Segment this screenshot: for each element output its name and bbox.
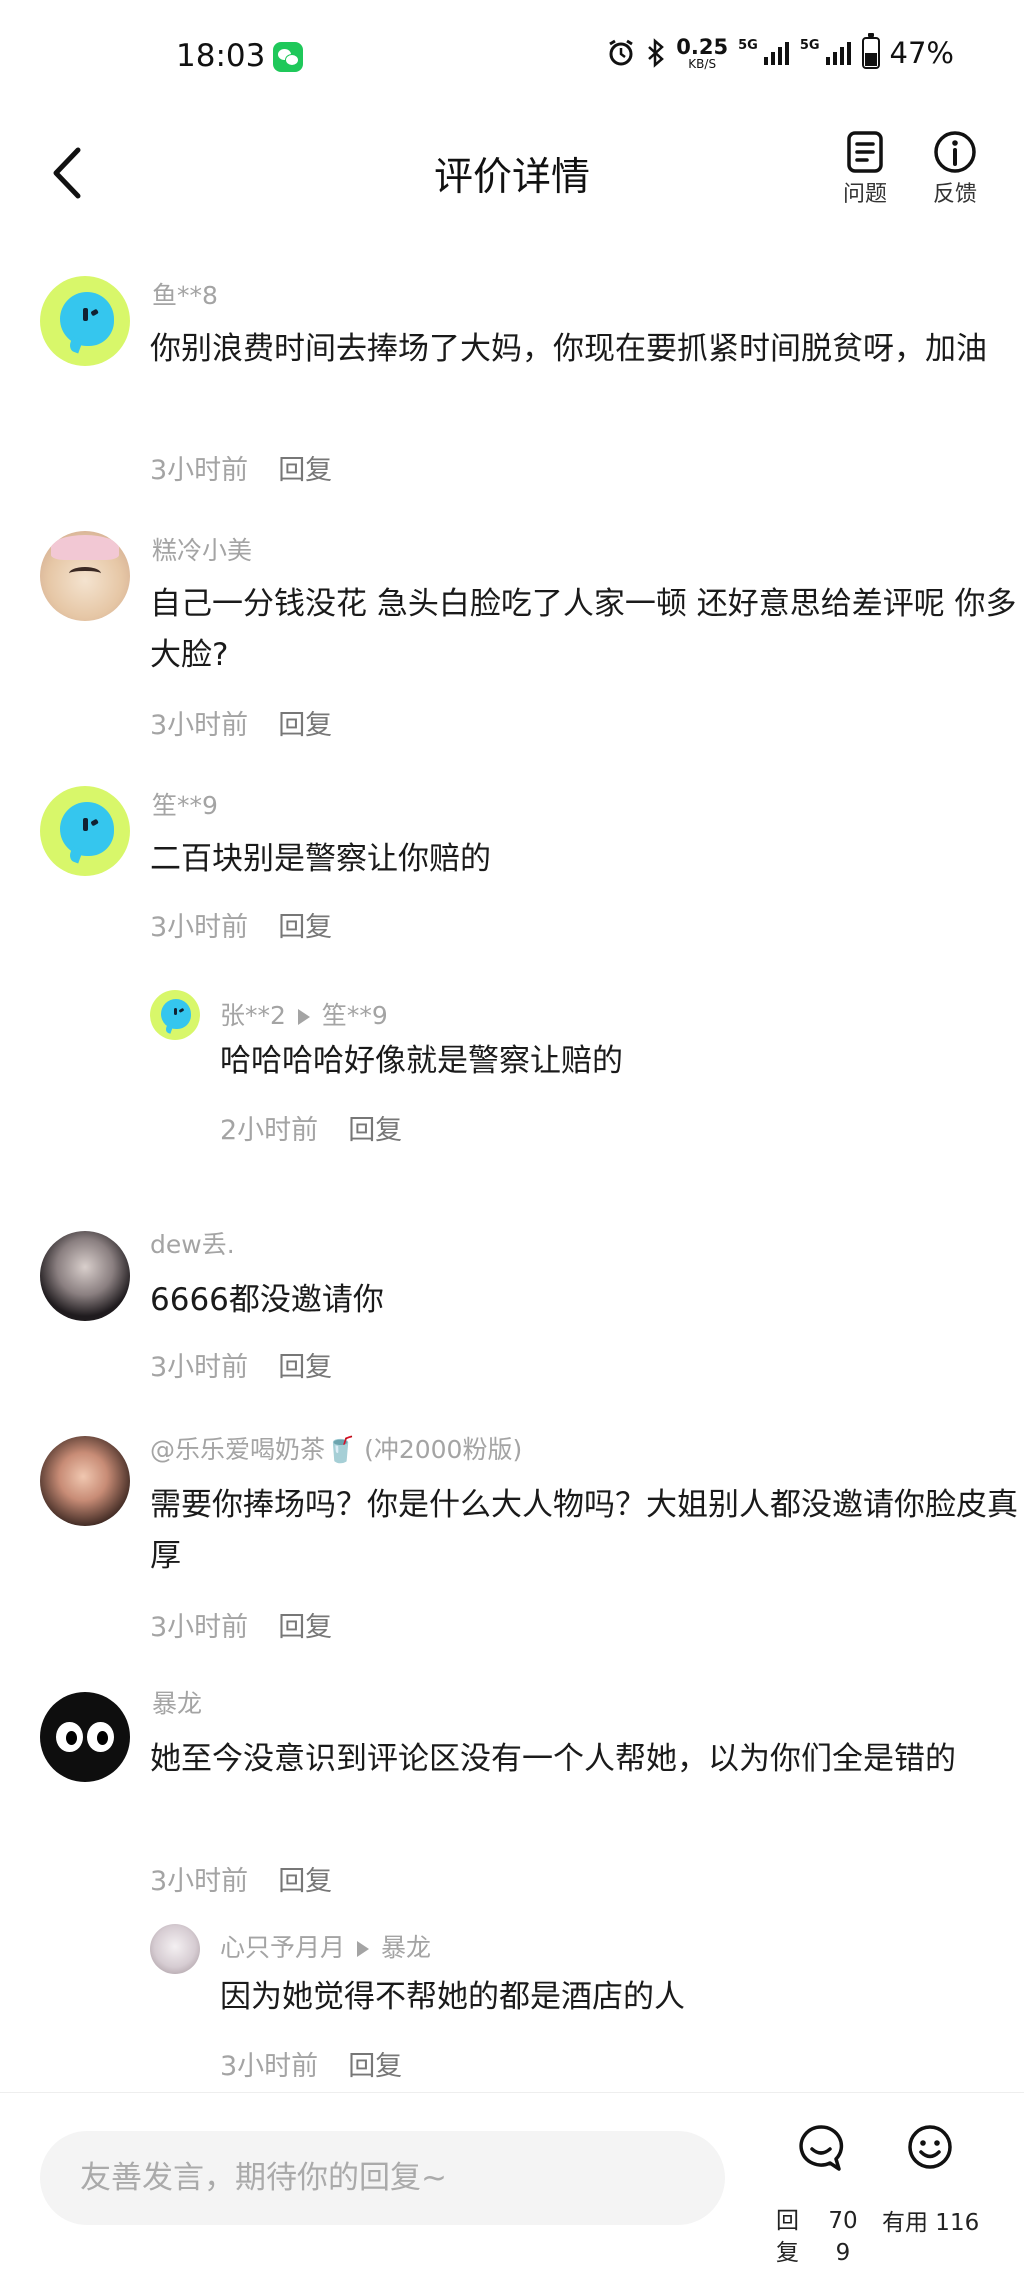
comment-username[interactable]: 暴龙 <box>152 1684 202 1720</box>
comment-username[interactable]: 心只予月月 <box>220 1933 345 1962</box>
comment-time: 3小时前 <box>220 2051 319 2082</box>
comment-item: dew丢. 6666都没邀请你 3小时前 回复 <box>0 1195 1024 1400</box>
reply-link[interactable]: 回复 <box>278 1605 332 1644</box>
reply-count: 709 <box>828 2208 858 2266</box>
reply-link[interactable]: 回复 <box>278 448 332 487</box>
reply-link[interactable]: 回复 <box>278 1859 332 1898</box>
battery-percent: 47% <box>889 36 954 70</box>
document-icon <box>847 131 883 173</box>
net-speed: 0.25 KB/S <box>676 34 729 71</box>
useful-label: 有用 116 <box>882 2210 980 2236</box>
avatar[interactable] <box>40 1231 130 1321</box>
nav-header: 评价详情 问题 反馈 <box>0 118 1024 230</box>
wechat-icon <box>273 42 303 72</box>
comment-text: 她至今没意识到评论区没有一个人帮她，以为你们全是错的 <box>150 1741 956 1777</box>
reply-to-username[interactable]: 暴龙 <box>381 1933 431 1962</box>
comment-meta: 3小时前 回复 <box>150 703 332 742</box>
comment-username[interactable]: 张**2 <box>220 1001 286 1030</box>
comment-item: 暴龙 她至今没意识到评论区没有一个人帮她，以为你们全是错的 3小时前 回复 <box>0 1656 1024 1911</box>
alarm-icon <box>609 39 634 66</box>
comment-time: 3小时前 <box>150 1612 249 1643</box>
info-icon <box>934 131 976 173</box>
avatar[interactable] <box>40 1436 130 1526</box>
reply-arrow-icon <box>297 1009 310 1025</box>
reply-link[interactable]: 回复 <box>278 703 332 742</box>
reply-link[interactable]: 回复 <box>278 905 332 944</box>
reply-header: 张**2 笙**9 <box>220 996 388 1032</box>
signal-icon-2 <box>825 42 851 65</box>
comment-meta: 3小时前 回复 <box>220 2044 402 2083</box>
comment-username[interactable]: 糕冷小美 <box>152 531 252 567</box>
reply-link[interactable]: 回复 <box>348 2044 402 2083</box>
bluetooth-icon <box>648 38 665 68</box>
comment-username[interactable]: @乐乐爱喝奶茶🥤 (冲2000粉版) <box>150 1430 522 1466</box>
comment-meta: 3小时前 回复 <box>150 1345 332 1384</box>
feedback-label: 反馈 <box>932 182 977 207</box>
comment-item: 糕冷小美 自己一分钱没花 急头白脸吃了人家一顿 还好意思给差评呢 你多大脸? 3… <box>0 495 1024 750</box>
reply-count-button[interactable]: 回复 709 <box>776 2123 866 2266</box>
comment-time: 3小时前 <box>150 1866 249 1897</box>
reply-item: 张**2 笙**9 哈哈哈哈好像就是警察让赔的 2小时前 回复 <box>0 990 1024 1165</box>
status-icons: 0.25 KB/S 5G 5G 47% <box>606 33 954 71</box>
reply-header: 心只予月月 暴龙 <box>220 1928 431 1964</box>
reply-input[interactable] <box>40 2131 725 2225</box>
reply-label: 回复 <box>776 2208 799 2266</box>
comment-text: 因为她觉得不帮她的都是酒店的人 <box>220 1979 685 2015</box>
comment-text: 自己一分钱没花 急头白脸吃了人家一顿 还好意思给差评呢 你多大脸? <box>150 586 1017 673</box>
avatar[interactable] <box>40 531 130 621</box>
comment-meta: 3小时前 回复 <box>150 905 332 944</box>
comment-meta: 3小时前 回复 <box>150 1859 332 1898</box>
comment-username[interactable]: 笙**9 <box>152 786 218 822</box>
comment-time: 3小时前 <box>150 455 249 486</box>
signal1-label: 5G <box>738 38 758 53</box>
comment-bubble-icon <box>799 2125 844 2171</box>
net-speed-value: 0.25 <box>676 34 729 59</box>
reply-to-username[interactable]: 笙**9 <box>322 1001 388 1030</box>
comment-username[interactable]: 鱼**8 <box>152 276 218 312</box>
comment-time: 3小时前 <box>150 710 249 741</box>
reply-link[interactable]: 回复 <box>348 1108 402 1147</box>
avatar[interactable] <box>150 990 200 1040</box>
comment-text: 6666都没邀请你 <box>150 1282 384 1318</box>
reply-link[interactable]: 回复 <box>278 1345 332 1384</box>
avatar[interactable] <box>150 1924 200 1974</box>
comment-time: 3小时前 <box>150 1352 249 1383</box>
avatar[interactable] <box>40 1692 130 1782</box>
comment-meta: 2小时前 回复 <box>220 1108 402 1147</box>
status-time: 18:03 <box>176 38 266 74</box>
signal2-label: 5G <box>799 38 820 53</box>
comment-text: 哈哈哈哈好像就是警察让赔的 <box>220 1043 623 1079</box>
reply-item: 心只予月月 暴龙 因为她觉得不帮她的都是酒店的人 3小时前 回复 <box>0 1910 1024 2090</box>
issue-button[interactable]: 问题 <box>830 130 900 208</box>
comment-username[interactable]: dew丢. <box>150 1225 235 1261</box>
comment-text: 你别浪费时间去捧场了大妈，你现在要抓紧时间脱贫呀，加油 <box>150 331 987 367</box>
useful-button[interactable]: 有用 116 <box>882 2123 1002 2236</box>
net-speed-unit: KB/S <box>688 56 717 71</box>
bottom-bar: 回复 709 有用 116 <box>0 2092 1024 2287</box>
avatar[interactable] <box>40 276 130 366</box>
comment-text: 二百块别是警察让你赔的 <box>150 841 491 877</box>
smile-icon <box>908 2125 952 2169</box>
comment-item: @乐乐爱喝奶茶🥤 (冲2000粉版) 需要你捧场吗？你是什么大人物吗？大姐别人都… <box>0 1400 1024 1656</box>
comment-meta: 3小时前 回复 <box>150 1605 332 1644</box>
comment-text: 需要你捧场吗？你是什么大人物吗？大姐别人都没邀请你脸皮真厚 <box>150 1487 1018 1574</box>
feedback-button[interactable]: 反馈 <box>920 130 990 208</box>
battery-icon <box>861 33 880 69</box>
issue-label: 问题 <box>842 182 887 207</box>
avatar[interactable] <box>40 786 130 876</box>
comment-item: 鱼**8 你别浪费时间去捧场了大妈，你现在要抓紧时间脱贫呀，加油 3小时前 回复 <box>0 240 1024 495</box>
comment-list[interactable]: 鱼**8 你别浪费时间去捧场了大妈，你现在要抓紧时间脱贫呀，加油 3小时前 回复… <box>0 240 1024 2090</box>
comment-time: 2小时前 <box>220 1115 319 1146</box>
status-bar: 18:03 0.25 KB/S 5G 5G 47% <box>0 0 1024 118</box>
comment-time: 3小时前 <box>150 912 249 943</box>
signal-icon <box>763 42 789 65</box>
reply-arrow-icon <box>357 1941 370 1957</box>
comment-meta: 3小时前 回复 <box>150 448 332 487</box>
comment-item: 笙**9 二百块别是警察让你赔的 3小时前 回复 <box>0 750 1024 950</box>
